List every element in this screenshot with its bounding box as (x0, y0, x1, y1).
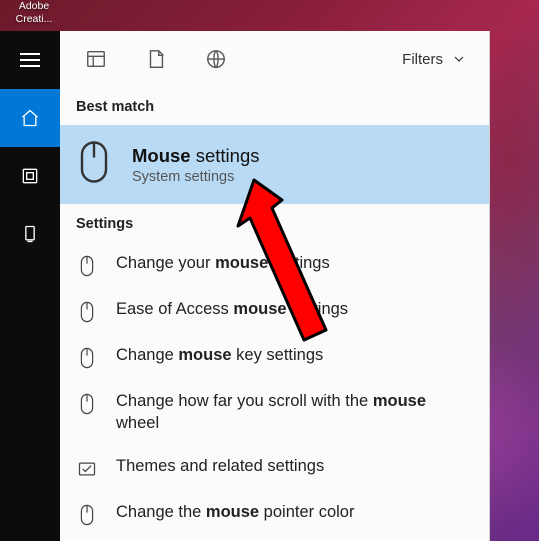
scope-all-icon (85, 48, 107, 70)
settings-result-1[interactable]: Ease of Access mouse settings (60, 288, 489, 334)
rail-menu-button[interactable] (0, 31, 60, 89)
mouse-icon (76, 390, 98, 416)
desktop-icon-label-l1: Adobe (19, 0, 49, 12)
section-settings-header: Settings (60, 204, 489, 242)
rail-apps-button[interactable] (0, 147, 60, 205)
result-text: Change your mouse settings (116, 252, 473, 274)
device-icon (20, 224, 40, 244)
search-results-panel: Filters Best match Mouse settings System… (60, 31, 490, 541)
filters-button[interactable]: Filters (402, 51, 483, 68)
scope-all-button[interactable] (66, 31, 126, 87)
result-text: Change how far you scroll with the mouse… (116, 390, 473, 435)
mouse-icon (76, 252, 98, 278)
rail-home-button[interactable] (0, 89, 60, 147)
scope-bar: Filters (60, 31, 489, 87)
result-text: Themes and related settings (116, 455, 473, 477)
settings-results-list: Change your mouse settings Ease of Access… (60, 242, 489, 537)
best-match-mouse-settings[interactable]: Mouse settings System settings (60, 125, 489, 204)
left-rail (0, 31, 60, 541)
settings-result-5[interactable]: Change the mouse pointer color (60, 491, 489, 537)
themes-icon (76, 455, 98, 481)
document-icon (145, 48, 167, 70)
settings-result-3[interactable]: Change how far you scroll with the mouse… (60, 380, 489, 445)
settings-result-2[interactable]: Change mouse key settings (60, 334, 489, 380)
mouse-icon (76, 139, 112, 190)
settings-result-0[interactable]: Change your mouse settings (60, 242, 489, 288)
chevron-down-icon (451, 51, 467, 67)
result-text: Change the mouse pointer color (116, 501, 473, 523)
hamburger-icon (20, 53, 40, 67)
mouse-icon (76, 344, 98, 370)
best-match-title: Mouse settings (132, 145, 260, 167)
best-match-text: Mouse settings System settings (132, 145, 260, 185)
mouse-icon (76, 501, 98, 527)
mouse-icon (76, 298, 98, 324)
rail-devices-button[interactable] (0, 205, 60, 263)
scope-documents-button[interactable] (126, 31, 186, 87)
settings-result-4[interactable]: Themes and related settings (60, 445, 489, 491)
result-text: Ease of Access mouse settings (116, 298, 473, 320)
apps-icon (20, 166, 40, 186)
filters-label: Filters (402, 51, 443, 68)
globe-icon (205, 48, 227, 70)
best-match-subtitle: System settings (132, 169, 260, 185)
desktop-icon-adobe[interactable]: Adobe Creati... (6, 0, 62, 26)
section-best-match-header: Best match (60, 87, 489, 125)
desktop-icon-label-l2: Creati... (16, 13, 53, 25)
start-search-panel: Filters Best match Mouse settings System… (0, 31, 490, 541)
scope-web-button[interactable] (186, 31, 246, 87)
home-icon (20, 108, 40, 128)
result-text: Change mouse key settings (116, 344, 473, 366)
